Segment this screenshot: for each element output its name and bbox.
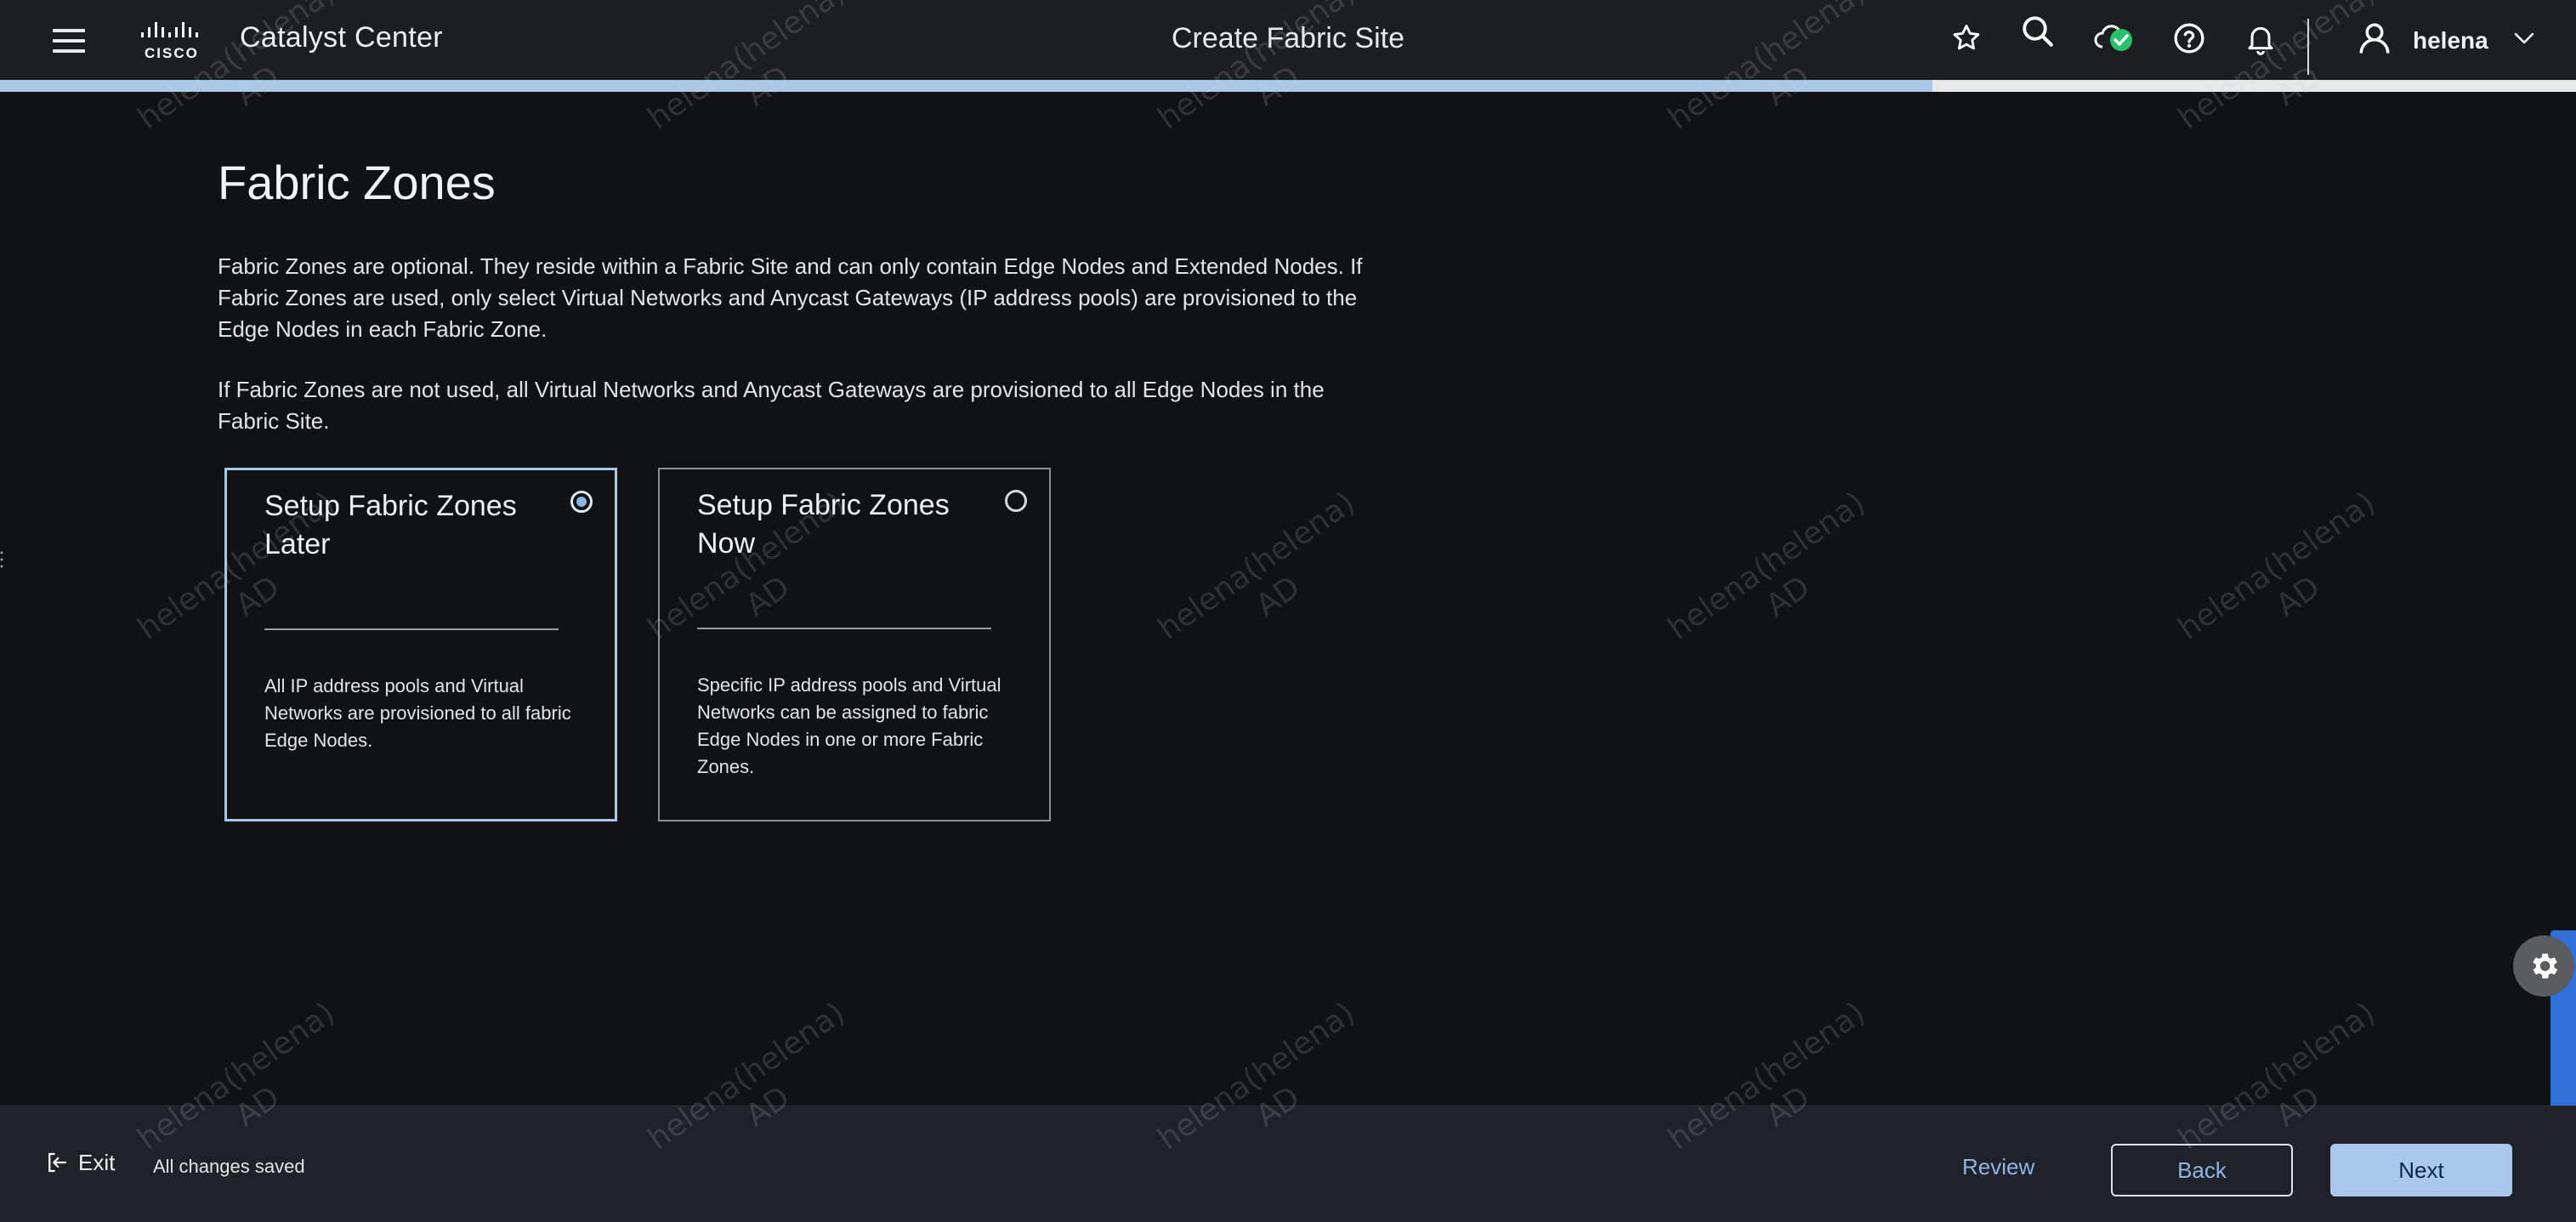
watermark-text: helena(helena)AD: [1661, 485, 1872, 647]
option-card-setup-now[interactable]: Setup Fabric Zones Now Specific IP addre…: [658, 468, 1051, 821]
watermark-text: helena(helena)AD: [1151, 485, 1362, 647]
svg-text:CISCO: CISCO: [145, 45, 199, 61]
hamburger-menu-icon[interactable]: [53, 26, 85, 54]
option-description: Specific IP address pools and Virtual Ne…: [697, 674, 1001, 777]
wizard-progress-fill: [0, 80, 1932, 92]
cisco-logo: CISCO: [141, 22, 199, 61]
wizard-footer: Exit All changes saved Review Back Next: [0, 1105, 2576, 1222]
radio-button-setup-now[interactable]: [1005, 490, 1027, 512]
option-title: Setup Fabric Zones Later: [264, 490, 517, 560]
next-button[interactable]: Next: [2330, 1144, 2512, 1196]
gear-icon[interactable]: [2513, 935, 2574, 997]
exit-icon: [48, 1152, 67, 1173]
watermark-text: helena(helena)AD: [2171, 485, 2382, 647]
drag-handle-icon[interactable]: [0, 549, 3, 570]
star-icon[interactable]: [1947, 19, 1986, 58]
search-icon[interactable]: [2018, 12, 2057, 51]
user-icon[interactable]: [2355, 19, 2394, 58]
wizard-progress-bar: [0, 80, 2576, 92]
radio-button-setup-later[interactable]: [570, 491, 593, 513]
section-title: Fabric Zones: [218, 156, 496, 209]
user-name[interactable]: helena: [2413, 27, 2488, 54]
option-description: All IP address pools and Virtual Network…: [264, 675, 571, 751]
card-divider: [697, 628, 991, 629]
save-status-text: All changes saved: [153, 1156, 305, 1177]
option-card-setup-later[interactable]: Setup Fabric Zones Later All IP address …: [224, 468, 617, 821]
help-icon[interactable]: [2170, 19, 2209, 58]
bell-icon[interactable]: [2241, 19, 2280, 58]
chevron-down-icon[interactable]: [2505, 19, 2544, 58]
section-description: Fabric Zones are optional. They reside w…: [218, 253, 1363, 342]
top-header: CISCO Catalyst Center Create Fabric Site…: [0, 0, 2576, 81]
section-description-secondary: If Fabric Zones are not used, all Virtua…: [218, 377, 1325, 434]
option-title: Setup Fabric Zones Now: [697, 489, 950, 560]
exit-label: Exit: [78, 1149, 116, 1175]
card-divider: [264, 628, 559, 630]
back-button[interactable]: Back: [2111, 1144, 2293, 1196]
app-title[interactable]: Catalyst Center: [240, 21, 443, 54]
exit-link[interactable]: Exit: [44, 1149, 115, 1176]
cloud-check-icon[interactable]: [2091, 19, 2139, 58]
header-divider: [2307, 19, 2309, 75]
review-link[interactable]: Review: [1962, 1154, 2034, 1180]
